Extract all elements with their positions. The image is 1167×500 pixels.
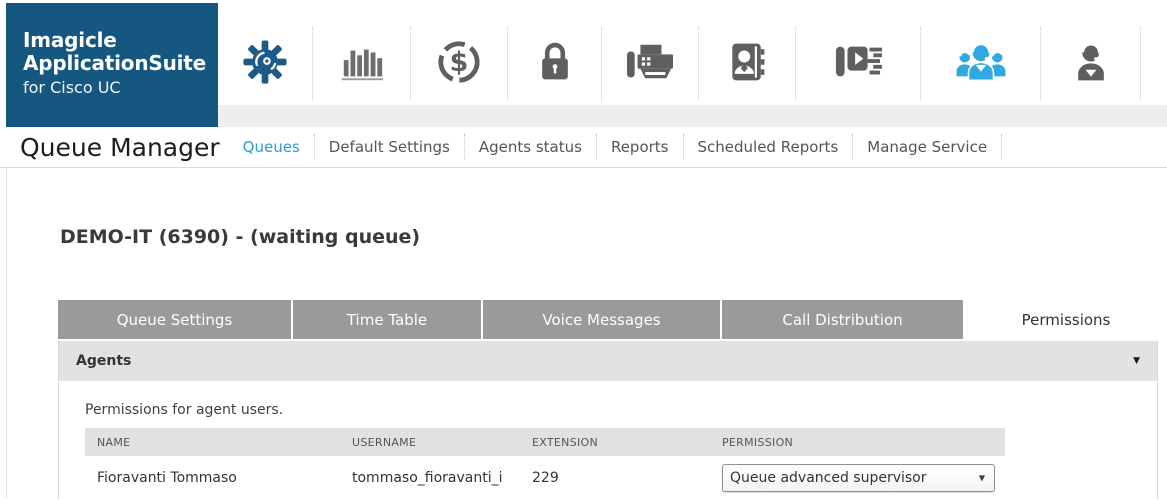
agents-permissions-table: NAME USERNAME EXTENSION PERMISSION Fiora…: [85, 428, 1005, 500]
permissions-description: Permissions for agent users.: [85, 402, 1157, 418]
dollar-circle-icon: $: [436, 39, 482, 89]
tab-queue-settings[interactable]: Queue Settings: [58, 300, 293, 339]
tab-voice-messages[interactable]: Voice Messages: [483, 300, 722, 339]
column-header-name: NAME: [85, 436, 340, 449]
agent-name: Fioravanti Tommaso: [85, 470, 340, 486]
toolbar-underline-strip: [218, 105, 1167, 127]
recorder-playlist-icon: [833, 39, 883, 89]
toolbar-item-admin[interactable]: [218, 27, 313, 101]
agent-extension: 229: [520, 470, 710, 486]
agents-accordion-title: Agents: [76, 353, 131, 369]
page-left-hairline: [6, 168, 7, 499]
page-title: Queue Manager: [20, 133, 220, 162]
app-icon-toolbar: $: [218, 0, 1167, 105]
nav-item-reports[interactable]: Reports: [597, 127, 683, 168]
queue-manager-navbar: Queue Manager Queues Default Settings Ag…: [0, 127, 1167, 168]
column-header-permission: PERMISSION: [710, 436, 1005, 449]
toolbar-item-attendant[interactable]: [1041, 27, 1141, 101]
tab-call-distribution[interactable]: Call Distribution: [722, 300, 965, 339]
column-header-extension: EXTENSION: [520, 436, 710, 449]
permissions-panel: Agents ▼ Permissions for agent users. NA…: [58, 341, 1158, 499]
bar-chart-icon: [339, 39, 385, 89]
nav-links: Queues Default Settings Agents status Re…: [229, 127, 1002, 167]
toolbar-item-reports[interactable]: [313, 27, 411, 101]
column-header-username: USERNAME: [340, 436, 520, 449]
chevron-down-icon[interactable]: ▼: [1133, 356, 1140, 366]
operator-headset-icon: [1069, 39, 1113, 89]
lock-icon: [533, 39, 577, 89]
table-header-row: NAME USERNAME EXTENSION PERMISSION: [85, 428, 1005, 456]
contacts-book-icon: [725, 39, 769, 89]
toolbar-item-queue-manager[interactable]: [921, 27, 1041, 101]
table-row: Fioravanti Tommaso tommaso_fioravanti_i …: [85, 456, 1005, 500]
imagicle-logo[interactable]: Imagicle ApplicationSuite for Cisco UC: [6, 3, 218, 127]
queue-heading: DEMO-IT (6390) - (waiting queue): [60, 226, 420, 248]
agent-username: tommaso_fioravanti_i: [340, 470, 520, 486]
tab-time-table[interactable]: Time Table: [293, 300, 483, 339]
nav-item-agents-status[interactable]: Agents status: [465, 127, 596, 168]
nav-item-default-settings[interactable]: Default Settings: [315, 127, 464, 168]
agents-accordion-header[interactable]: Agents ▼: [59, 341, 1157, 381]
permission-select-wrap: Queue advanced supervisor ▼: [722, 464, 995, 492]
logo-line2: ApplicationSuite: [23, 52, 218, 75]
nav-separator: [1001, 134, 1002, 160]
toolbar-item-directory[interactable]: [699, 27, 796, 101]
queue-tab-bar: Queue Settings Time Table Voice Messages…: [58, 300, 1167, 339]
nav-item-scheduled-reports[interactable]: Scheduled Reports: [684, 127, 853, 168]
toolbar-item-fax[interactable]: [602, 27, 699, 101]
logo-line3: for Cisco UC: [23, 78, 218, 97]
agents-group-headset-icon: [954, 39, 1008, 89]
nav-item-manage-service[interactable]: Manage Service: [853, 127, 1001, 168]
toolbar-item-voicemail[interactable]: [796, 27, 921, 101]
tab-permissions[interactable]: Permissions: [965, 300, 1167, 339]
agent-permission-cell: Queue advanced supervisor ▼: [710, 464, 1005, 492]
toolbar-item-billing[interactable]: $: [411, 27, 508, 101]
nav-item-queues[interactable]: Queues: [229, 127, 314, 168]
toolbar-item-security[interactable]: [508, 27, 602, 101]
permission-select[interactable]: Queue advanced supervisor: [722, 464, 995, 492]
fax-printer-icon: [625, 39, 675, 89]
svg-text:$: $: [450, 47, 469, 78]
admin-gear-icon: [242, 39, 288, 89]
logo-line1: Imagicle: [23, 29, 218, 52]
